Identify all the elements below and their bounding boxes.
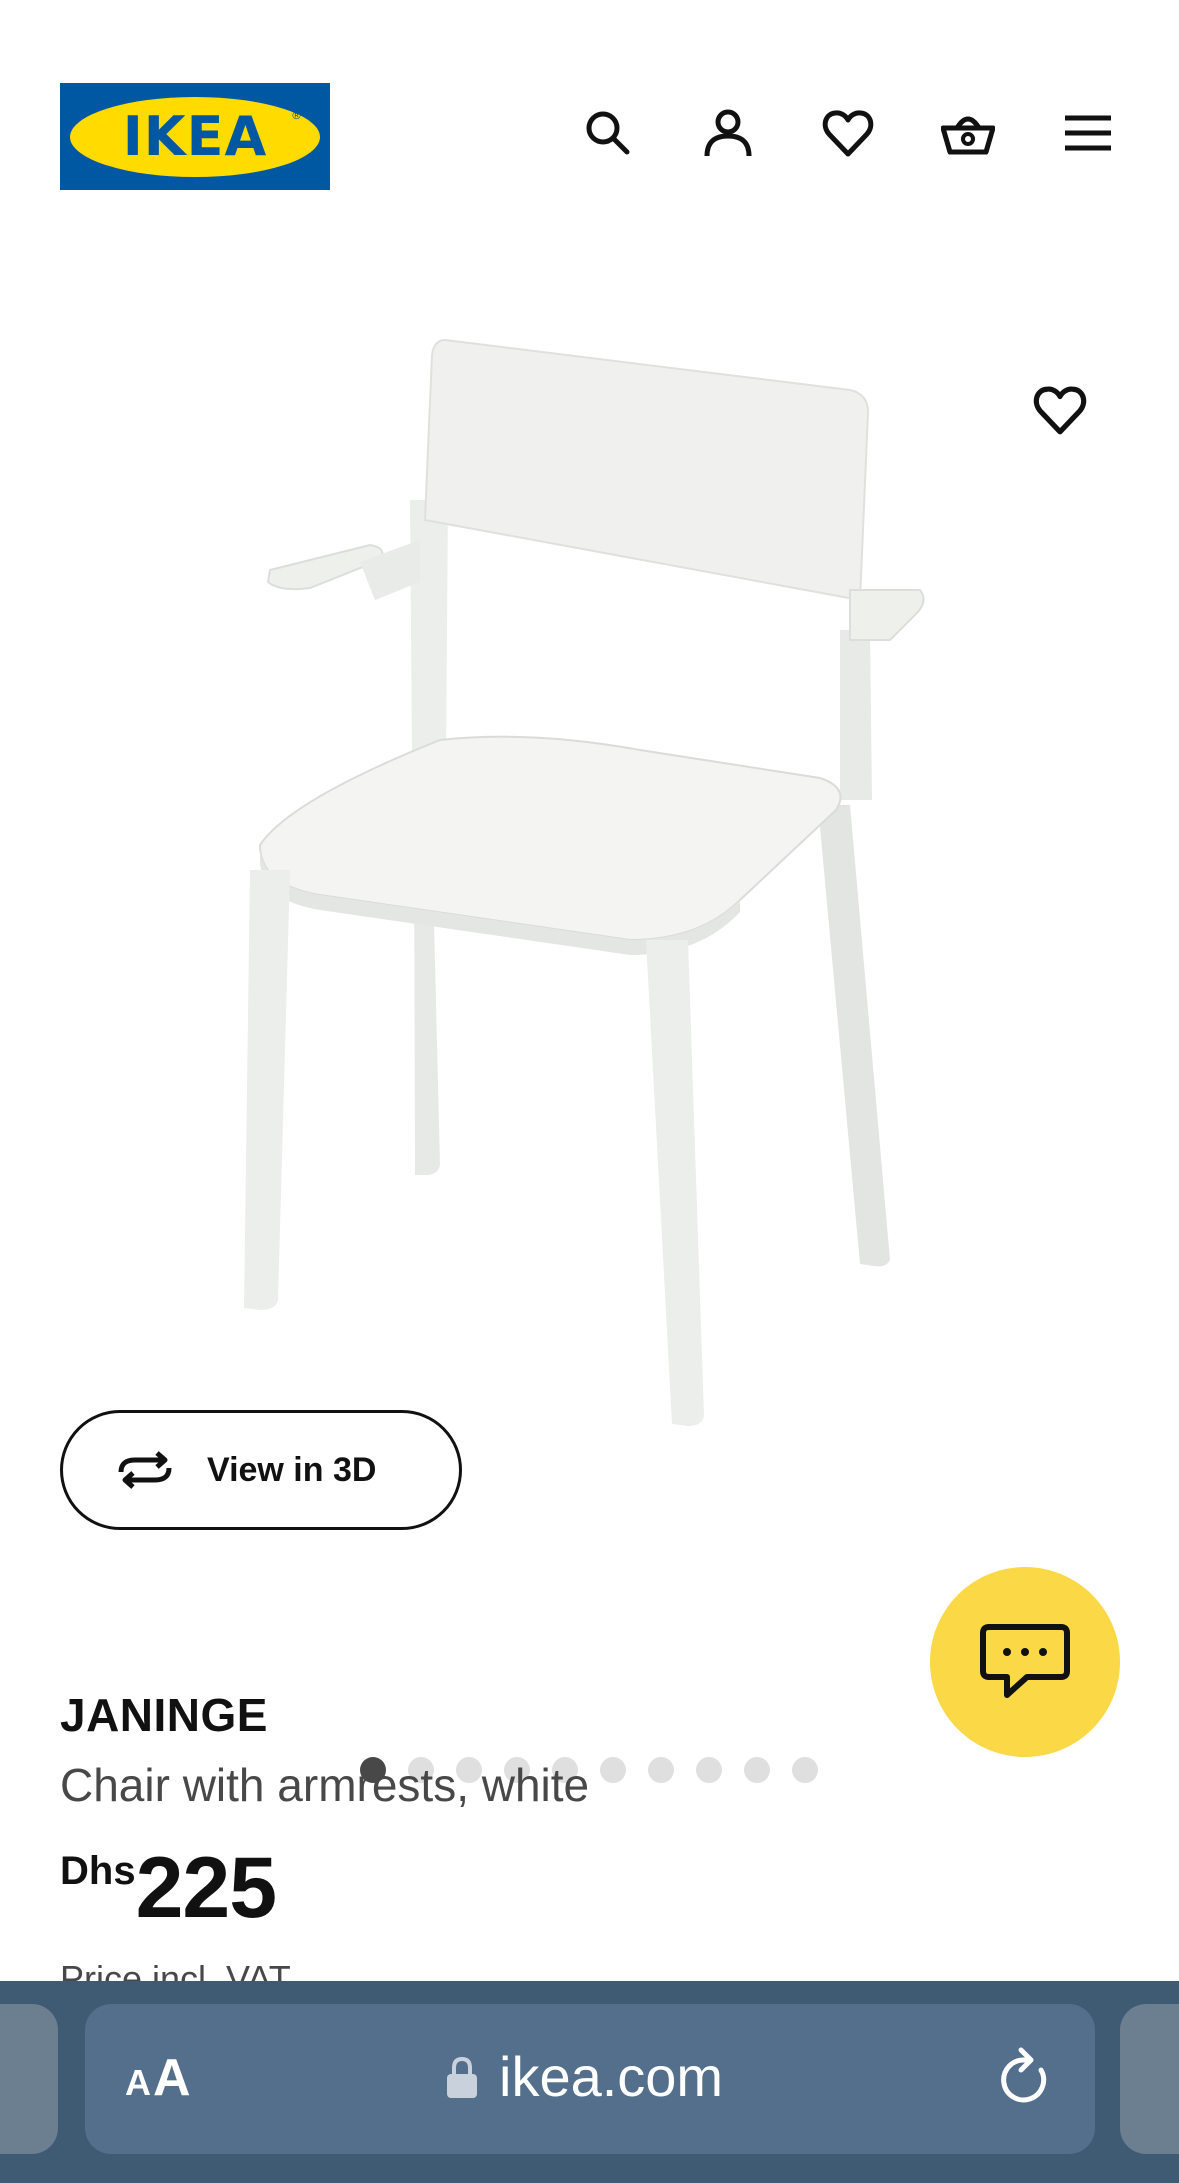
account-icon[interactable] (700, 105, 756, 161)
price-currency: Dhs (60, 1849, 136, 1893)
logo-registered-mark: ® (291, 108, 302, 122)
price-amount: 225 (135, 1840, 277, 1936)
view-in-3d-button[interactable]: View in 3D (60, 1410, 462, 1530)
menu-icon[interactable] (1060, 105, 1116, 161)
product-name: JANINGE (60, 1689, 268, 1741)
view-in-3d-label: View in 3D (207, 1450, 377, 1489)
chat-button[interactable] (930, 1567, 1120, 1757)
logo-oval: IKEA ® (70, 96, 320, 177)
url-display[interactable]: ikea.com (445, 2044, 723, 2109)
reload-icon[interactable] (995, 2046, 1055, 2110)
product-price: Dhs 225 (60, 1840, 277, 1936)
add-to-favourites-button[interactable] (1025, 375, 1095, 445)
product-description: Chair with armrests, white (60, 1759, 590, 1811)
product-page: IKEA ® View in 3D JANINGE Chair with arm… (0, 0, 1179, 2183)
next-tab[interactable] (1120, 2004, 1179, 2154)
chat-icon (980, 1624, 1070, 1698)
address-bar[interactable]: A A ikea.com (85, 2004, 1095, 2154)
pagination-dot[interactable] (792, 1757, 818, 1783)
basket-icon[interactable] (940, 105, 996, 161)
product-gallery[interactable]: View in 3D (0, 260, 1179, 1783)
rotate-3d-icon (118, 1451, 172, 1489)
url-text: ikea.com (499, 2045, 724, 2108)
site-header: IKEA ® (0, 0, 1179, 230)
pagination-dot[interactable] (696, 1757, 722, 1783)
text-size-button[interactable]: A A (125, 2048, 191, 2108)
heart-icon (1033, 386, 1087, 435)
pagination-dot[interactable] (648, 1757, 674, 1783)
product-image (244, 338, 925, 1426)
previous-tab[interactable] (0, 2004, 58, 2154)
lock-icon (447, 2056, 477, 2098)
browser-toolbar: A A ikea.com (0, 1981, 1179, 2183)
heart-icon[interactable] (820, 105, 876, 161)
text-size-large: A (153, 2049, 191, 2107)
pagination-dot[interactable] (744, 1757, 770, 1783)
search-icon[interactable] (580, 105, 636, 161)
pagination-dot[interactable] (600, 1757, 626, 1783)
ikea-logo[interactable]: IKEA ® (60, 83, 330, 190)
logo-text: IKEA (122, 105, 268, 168)
text-size-small: A (125, 2062, 151, 2103)
